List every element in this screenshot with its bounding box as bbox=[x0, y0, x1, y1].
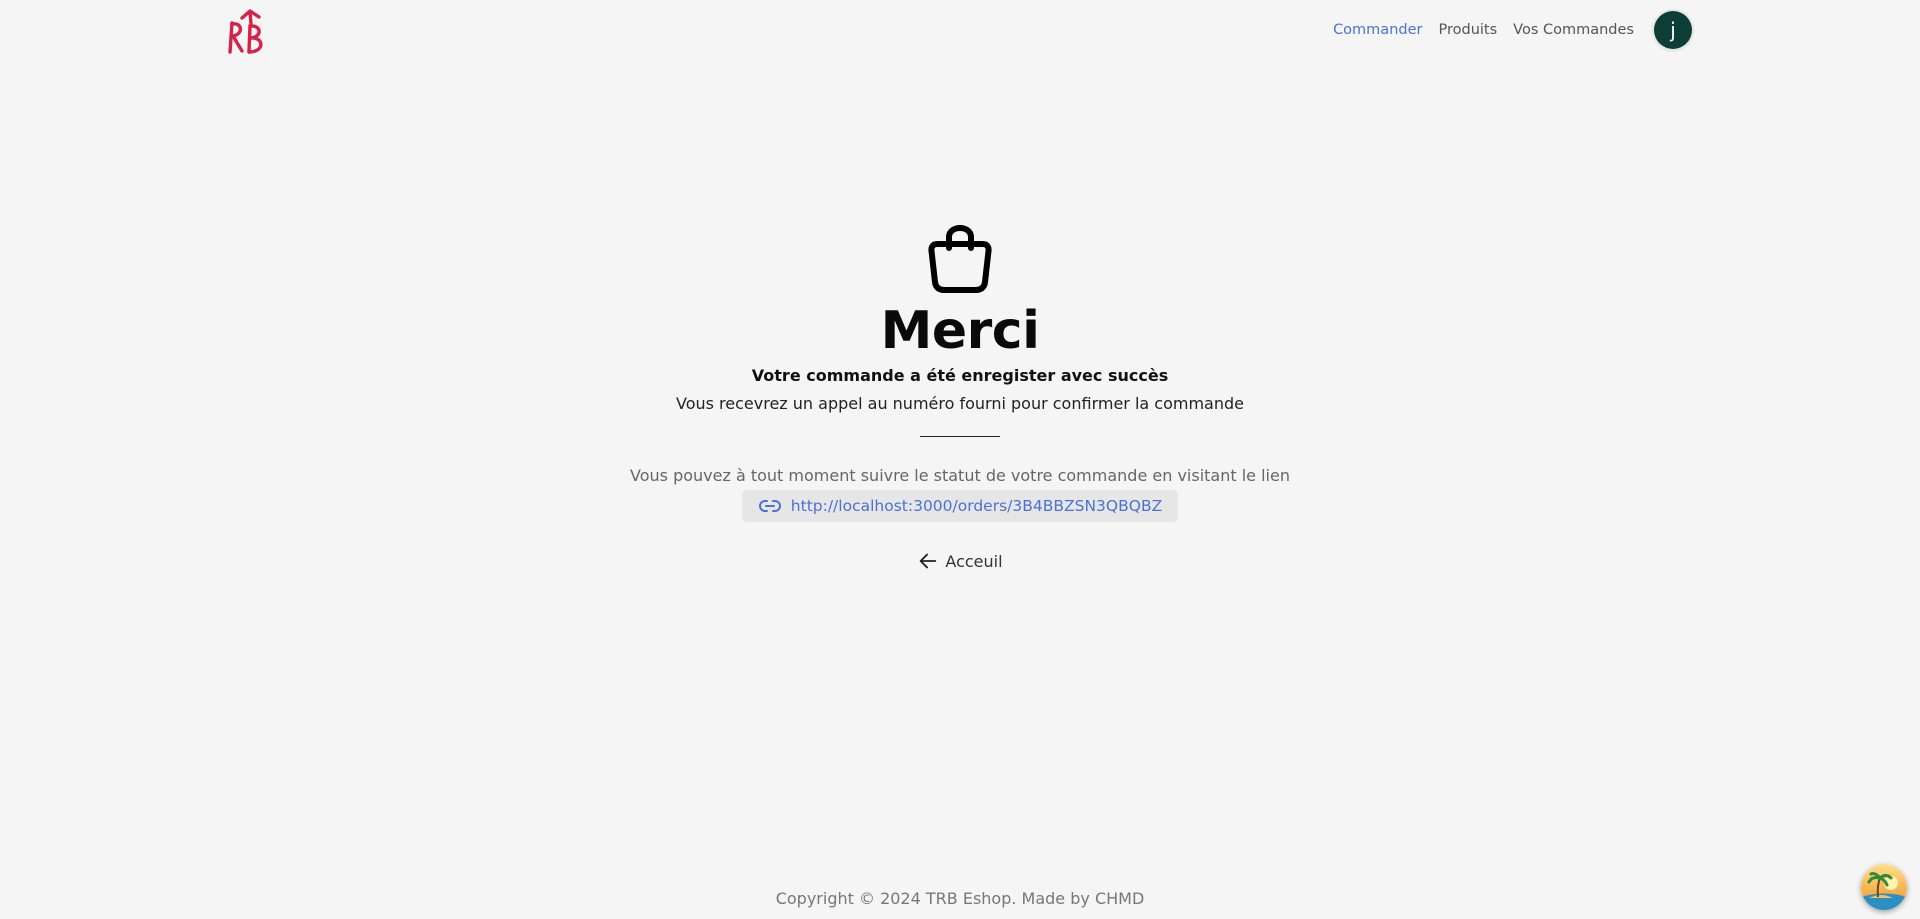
floating-widget-button[interactable] bbox=[1861, 864, 1907, 910]
shopping-bag-icon bbox=[928, 225, 992, 293]
success-message: Votre commande a été enregister avec suc… bbox=[751, 366, 1169, 385]
link-icon bbox=[758, 500, 781, 512]
order-tracking-url: http://localhost:3000/orders/3B4BBZSN3QB… bbox=[790, 497, 1163, 515]
nav-vos-commandes[interactable]: Vos Commandes bbox=[1513, 22, 1634, 38]
page: Commander Produits Vos Commandes j Merci… bbox=[0, 0, 1920, 919]
user-avatar[interactable]: j bbox=[1654, 11, 1692, 49]
main-nav: Commander Produits Vos Commandes j bbox=[1317, 10, 1692, 50]
confirmation-panel: Merci Votre commande a été enregister av… bbox=[0, 222, 1920, 572]
back-home-label: Acceuil bbox=[945, 551, 1003, 571]
divider bbox=[920, 436, 1000, 437]
header: Commander Produits Vos Commandes j bbox=[0, 0, 1920, 60]
island-icon bbox=[1861, 864, 1907, 910]
confirmation-note: Vous recevrez un appel au numéro fourni … bbox=[675, 394, 1244, 413]
tracking-info: Vous pouvez à tout moment suivre le stat… bbox=[630, 466, 1290, 485]
arrow-left-icon bbox=[920, 553, 937, 569]
order-tracking-link[interactable]: http://localhost:3000/orders/3B4BBZSN3QB… bbox=[741, 490, 1179, 522]
nav-commander[interactable]: Commander bbox=[1333, 22, 1422, 38]
back-home-button[interactable]: Acceuil bbox=[917, 550, 1003, 572]
page-title: Merci bbox=[880, 301, 1040, 361]
footer-copyright: Copyright © 2024 TRB Eshop. Made by CHMD bbox=[775, 889, 1145, 908]
nav-produits[interactable]: Produits bbox=[1438, 22, 1497, 38]
avatar-initial: j bbox=[1670, 18, 1676, 42]
trb-logo[interactable] bbox=[226, 8, 270, 56]
